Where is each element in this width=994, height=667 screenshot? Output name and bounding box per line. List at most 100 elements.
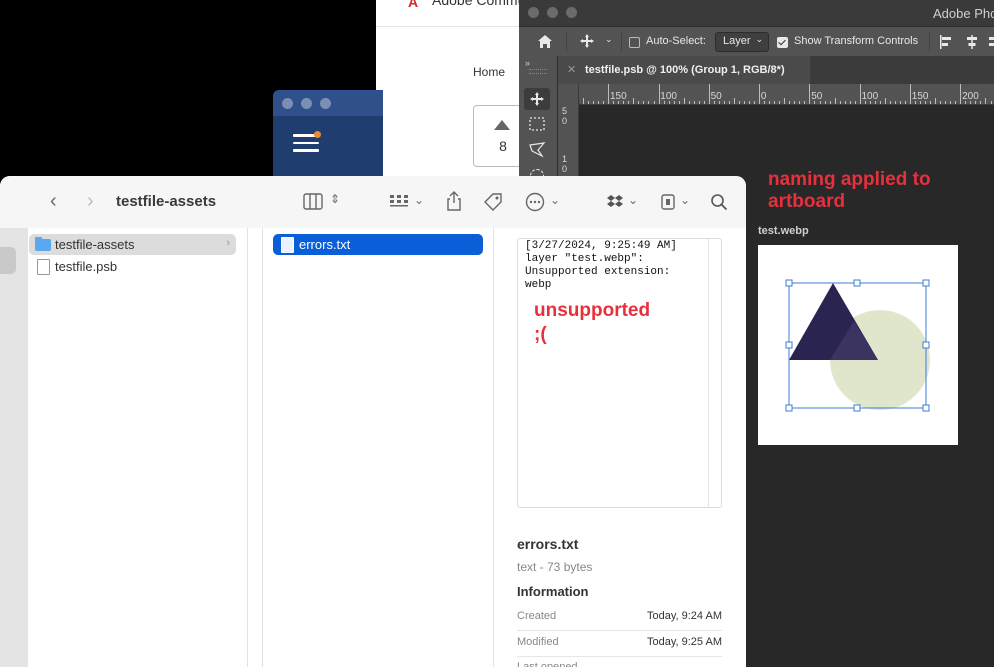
move-tool-icon[interactable] (579, 33, 595, 49)
ruler-tick (910, 84, 912, 104)
artboard-artwork[interactable] (758, 245, 958, 445)
document-tab[interactable]: ✕ testfile.psb @ 100% (Group 1, RGB/8*) (558, 56, 810, 84)
ruler-tick (759, 84, 761, 104)
ruler-tick (733, 98, 735, 104)
file-meta: text - 73 bytes (517, 560, 593, 574)
ruler-tick (899, 101, 901, 104)
ruler-tick (809, 84, 811, 104)
info-key: Last opened (517, 661, 578, 667)
ruler-tick (849, 101, 851, 104)
home-icon[interactable] (537, 34, 553, 49)
upvote-arrow-icon[interactable] (494, 120, 510, 130)
blue-app-window (273, 90, 383, 180)
ruler-label: 5 (562, 106, 568, 116)
close-dot-icon[interactable] (282, 98, 293, 109)
show-transform-label: Show Transform Controls (794, 35, 919, 47)
auto-select-dropdown[interactable]: Layer ⌄ (715, 32, 769, 52)
ruler-tick (708, 84, 710, 104)
preview-text: [3/27/2024, 9:25:49 AM] layer "test.webp… (525, 240, 677, 291)
ruler-tick (598, 101, 600, 104)
ruler-tick (583, 98, 585, 104)
text-preview[interactable]: [3/27/2024, 9:25:49 AM] layer "test.webp… (517, 238, 722, 508)
ruler-tick (764, 101, 766, 104)
ruler-tick (749, 101, 751, 104)
blue-window-titlebar (273, 90, 383, 116)
align-left-icon[interactable] (939, 35, 953, 49)
ruler-tick (683, 98, 685, 104)
grip-icon (529, 69, 547, 74)
auto-select-checkbox[interactable] (629, 37, 640, 48)
info-value: Today, 9:24 AM (646, 610, 722, 622)
align-right-icon[interactable] (989, 35, 994, 49)
ruler-tick (688, 101, 690, 104)
collapse-icon[interactable]: » (525, 58, 530, 68)
ruler-tick (905, 101, 906, 104)
info-key: Modified (517, 636, 559, 648)
chevron-down-icon[interactable]: ⌄ (605, 34, 613, 45)
ruler-tick (940, 101, 942, 104)
align-center-icon[interactable] (965, 35, 979, 49)
ruler-label: 0 (562, 164, 568, 174)
ruler-tick (608, 84, 610, 104)
ruler-tick (960, 84, 962, 104)
ruler-tick (623, 101, 625, 104)
ruler-tick (915, 101, 917, 104)
ruler-tick (593, 101, 595, 104)
marquee-tool-button[interactable] (524, 113, 550, 135)
info-row-modified: Modified Today, 9:25 AM (517, 630, 722, 657)
ruler-tick (794, 101, 796, 104)
divider (566, 33, 567, 51)
ruler-tick (628, 101, 630, 104)
ruler-tick (925, 101, 927, 104)
ruler-tick (829, 101, 831, 104)
preview-scrollbar[interactable] (708, 239, 709, 507)
minimize-dot-icon[interactable] (301, 98, 312, 109)
zoom-dot-icon[interactable] (566, 7, 577, 18)
info-row-created: Created Today, 9:24 AM (517, 604, 722, 631)
ruler-tick (930, 101, 932, 104)
lasso-tool-button[interactable] (524, 139, 550, 161)
zoom-dot-icon[interactable] (320, 98, 331, 109)
community-webpage: A Adobe Community Home 8 (376, 0, 547, 180)
annotation-unsupported: unsupported ;( (534, 300, 651, 345)
show-transform-checkbox[interactable] (777, 37, 788, 48)
close-dot-icon[interactable] (528, 7, 539, 18)
ruler-tick (698, 101, 700, 104)
preview-pane: [3/27/2024, 9:25:49 AM] layer "test.webp… (0, 176, 746, 667)
annotation-naming-applied: naming applied to artboard (768, 169, 931, 212)
ruler-tick (965, 101, 967, 104)
ruler-tick (985, 98, 987, 104)
ruler-tick (739, 101, 741, 104)
move-tool-button[interactable] (524, 88, 550, 110)
ruler-tick (648, 101, 650, 104)
ruler-tick (779, 101, 781, 104)
ruler-tick (884, 98, 886, 104)
ruler-tick (693, 101, 695, 104)
ruler-label: 50 (710, 91, 722, 102)
photoshop-titlebar: Adobe Photoshop (519, 0, 994, 26)
artboard-canvas[interactable] (758, 245, 958, 445)
ruler-tick (703, 101, 705, 104)
minimize-dot-icon[interactable] (547, 7, 558, 18)
artboard-name-label[interactable]: test.webp (758, 225, 809, 237)
ruler-label: 1 (562, 154, 568, 164)
ruler-tick (980, 101, 982, 104)
nav-home-link[interactable]: Home (473, 65, 505, 79)
ruler-tick (799, 101, 801, 104)
ruler-tick (588, 101, 590, 104)
ruler-tick (668, 101, 670, 104)
ruler-tick (990, 101, 992, 104)
move-tool-icon (530, 92, 544, 106)
horizontal-ruler[interactable]: 150 100 50 0 50 100 150 200 (578, 84, 994, 105)
notification-dot-icon (314, 131, 321, 138)
ruler-tick (814, 101, 816, 104)
rectangular-marquee-icon (529, 117, 545, 131)
ruler-tick (879, 101, 881, 104)
ruler-tick (804, 101, 806, 104)
options-bar: ⌄ Auto-Select: Layer ⌄ Show Transform Co… (519, 26, 994, 57)
ruler-tick (603, 101, 605, 104)
info-row-last-opened: Last opened (517, 656, 722, 667)
ruler-tick (613, 101, 615, 104)
ruler-tick (824, 101, 826, 104)
close-tab-icon[interactable]: ✕ (567, 63, 576, 76)
